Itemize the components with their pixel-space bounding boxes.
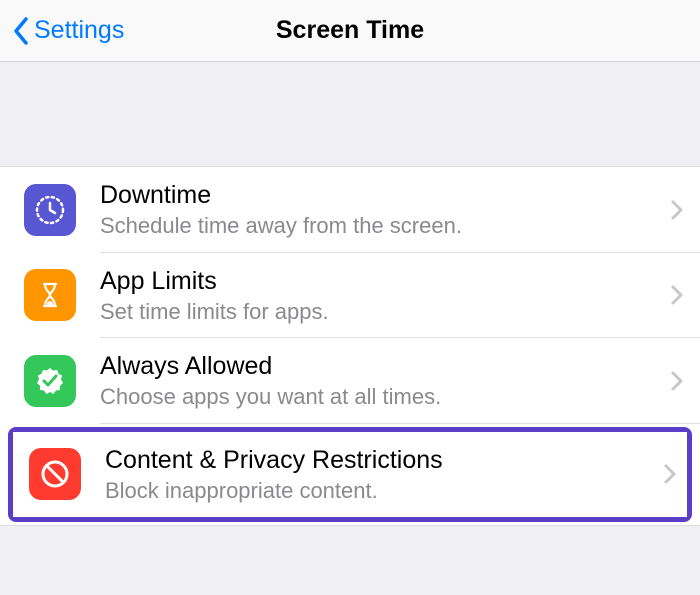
- nav-bar: Settings Screen Time: [0, 0, 700, 62]
- list-item-app-limits[interactable]: App Limits Set time limits for apps.: [0, 253, 700, 339]
- list-item-subtitle: Block inappropriate content.: [105, 477, 653, 505]
- chevron-left-icon: [12, 16, 30, 46]
- list-item-title: Downtime: [100, 180, 660, 210]
- list-item-text: Downtime Schedule time away from the scr…: [100, 180, 660, 240]
- page-title: Screen Time: [276, 16, 424, 45]
- chevron-right-icon: [670, 370, 684, 392]
- chevron-right-icon: [663, 463, 677, 485]
- list-item-subtitle: Set time limits for apps.: [100, 298, 660, 326]
- back-button[interactable]: Settings: [0, 16, 124, 46]
- list-item-title: Always Allowed: [100, 351, 660, 381]
- hourglass-icon: [24, 269, 76, 321]
- list-item-always-allowed[interactable]: Always Allowed Choose apps you want at a…: [0, 338, 700, 424]
- chevron-right-icon: [670, 284, 684, 306]
- check-badge-icon: [24, 355, 76, 407]
- list-item-text: Content & Privacy Restrictions Block ina…: [105, 445, 653, 505]
- list-item-text: App Limits Set time limits for apps.: [100, 266, 660, 326]
- settings-list: Downtime Schedule time away from the scr…: [0, 166, 700, 526]
- list-item-subtitle: Schedule time away from the screen.: [100, 212, 660, 240]
- list-item-title: App Limits: [100, 266, 660, 296]
- list-item-downtime[interactable]: Downtime Schedule time away from the scr…: [0, 167, 700, 253]
- chevron-right-icon: [670, 199, 684, 221]
- list-item-title: Content & Privacy Restrictions: [105, 445, 653, 475]
- list-item-content-privacy[interactable]: Content & Privacy Restrictions Block ina…: [13, 432, 687, 518]
- list-item-subtitle: Choose apps you want at all times.: [100, 383, 660, 411]
- downtime-icon: [24, 184, 76, 236]
- back-label: Settings: [34, 16, 124, 45]
- section-spacer: [0, 62, 700, 166]
- no-entry-icon: [29, 448, 81, 500]
- highlight-annotation: Content & Privacy Restrictions Block ina…: [8, 427, 692, 523]
- list-item-text: Always Allowed Choose apps you want at a…: [100, 351, 660, 411]
